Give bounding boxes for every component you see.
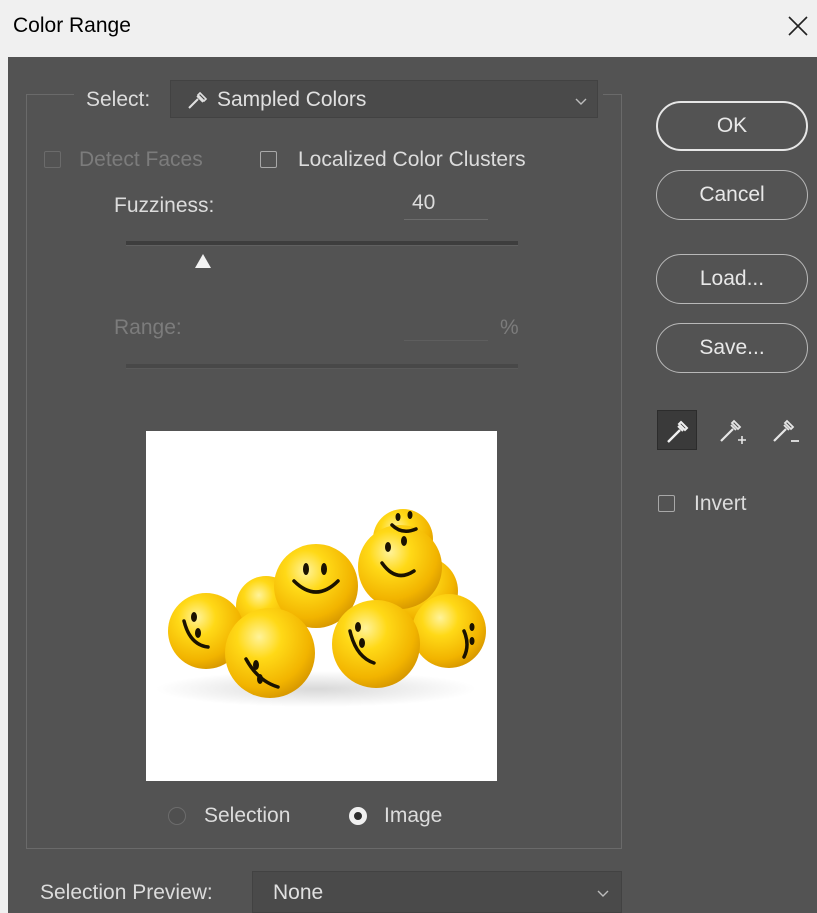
detect-faces-checkbox[interactable] <box>44 151 61 168</box>
range-slider <box>126 364 518 369</box>
range-label: Range: <box>114 316 182 339</box>
fuzziness-label: Fuzziness: <box>114 194 215 217</box>
localized-clusters-checkbox[interactable] <box>260 151 277 168</box>
range-unit: % <box>500 316 519 339</box>
image-radio[interactable] <box>349 807 367 825</box>
cancel-button[interactable]: Cancel <box>656 170 808 220</box>
eyedropper-icon <box>187 90 209 115</box>
detect-faces-label: Detect Faces <box>79 148 203 171</box>
ok-button[interactable]: OK <box>656 101 808 151</box>
eyedropper-plus-icon[interactable] <box>713 410 753 450</box>
chevron-down-icon <box>575 93 587 111</box>
selection-preview-label: Selection Preview: <box>40 881 213 904</box>
invert-checkbox[interactable] <box>658 495 675 512</box>
eyedropper-minus-icon[interactable] <box>766 410 806 450</box>
selection-radio-label: Selection <box>204 804 291 827</box>
preview-image <box>146 431 497 781</box>
load-button[interactable]: Load... <box>656 254 808 304</box>
select-value: Sampled Colors <box>217 88 367 111</box>
invert-label: Invert <box>694 492 747 515</box>
localized-clusters-label: Localized Color Clusters <box>298 148 526 171</box>
eyedropper-icon[interactable] <box>657 410 697 450</box>
save-button[interactable]: Save... <box>656 323 808 373</box>
image-radio-label: Image <box>384 804 443 827</box>
fuzziness-slider[interactable] <box>126 241 518 246</box>
title-bar: Color Range <box>0 0 817 57</box>
select-dropdown[interactable]: Sampled Colors <box>170 80 598 118</box>
selection-radio[interactable] <box>168 807 186 825</box>
window-title: Color Range <box>13 14 131 37</box>
close-icon[interactable] <box>782 10 816 44</box>
chevron-down-icon <box>597 885 609 903</box>
fuzziness-value[interactable]: 40 <box>412 191 435 215</box>
selection-preview-dropdown[interactable]: None <box>252 871 622 913</box>
selection-preview-value: None <box>273 881 324 904</box>
select-label: Select: <box>86 88 151 111</box>
